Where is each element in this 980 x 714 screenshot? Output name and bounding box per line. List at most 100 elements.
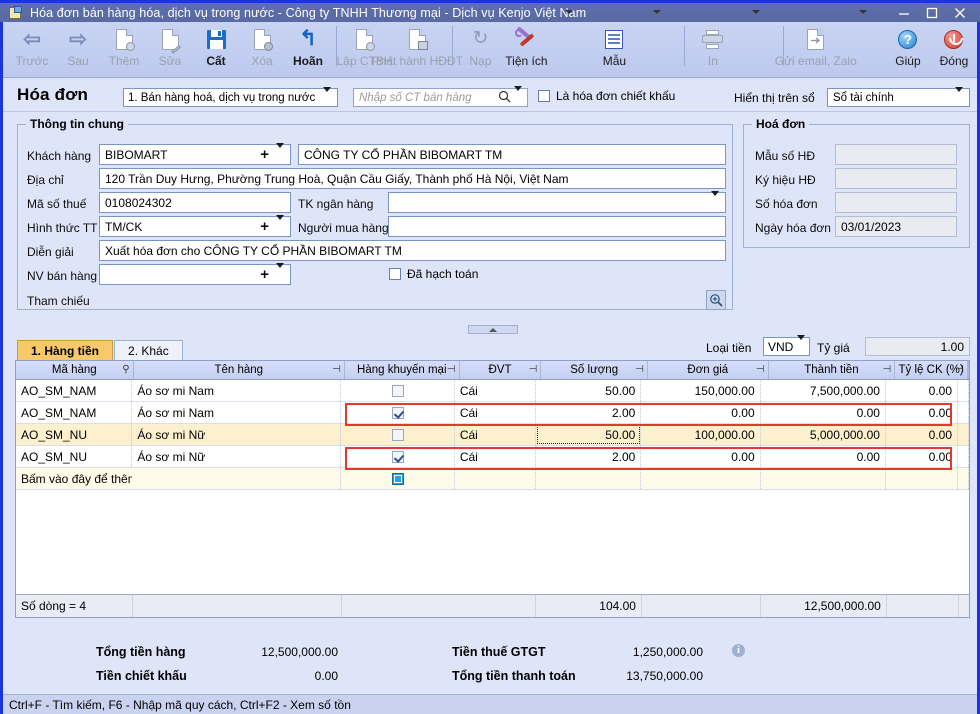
info-icon[interactable]: i <box>732 644 745 657</box>
close-button[interactable] <box>946 3 974 23</box>
tax-code-input[interactable]: 0108024302 <box>99 192 291 213</box>
add-new-row[interactable]: Bấm vào đây để thêm mới <box>16 468 969 490</box>
promo-checkbox[interactable] <box>392 429 404 441</box>
description-input[interactable]: Xuất hóa đơn cho CÔNG TY CỔ PHẦN BIBOMAR… <box>99 240 726 261</box>
promo-checkbox[interactable] <box>392 385 404 397</box>
document-type-select[interactable]: 1. Bán hàng hoá, dịch vụ trong nước <box>123 88 338 107</box>
toolbar-label: Nạp <box>469 54 491 68</box>
power-close-icon <box>944 27 963 51</box>
toolbar-button-phat-hanh-hddt[interactable]: Phát hành HĐĐT <box>388 22 447 76</box>
address-input[interactable]: 120 Trần Duy Hưng, Phường Trung Hoà, Quậ… <box>99 168 726 189</box>
column-label: Thành tiền <box>804 364 858 376</box>
footer-spacer-4 <box>642 595 761 617</box>
application-window: Hóa đơn bán hàng hóa, dịch vụ trong nước… <box>0 0 980 714</box>
invoice-number-input[interactable] <box>835 192 957 213</box>
chevron-down-icon[interactable] <box>711 196 719 210</box>
column-header-ty-le-ck[interactable]: Tỷ lệ CK (%) ⊣ <box>895 361 968 379</box>
add-icon[interactable]: + <box>260 149 272 161</box>
tab-hang-tien[interactable]: 1. Hàng tiền <box>17 340 113 360</box>
split-icon[interactable]: ⊣ <box>529 365 538 375</box>
toolbar-button-nap[interactable]: ↻ Nạp <box>457 22 503 76</box>
toolbar-button-hoan[interactable]: ↰ Hoãn <box>285 22 331 76</box>
split-icon[interactable]: ⊣ <box>955 365 964 375</box>
table-row[interactable]: AO_SM_NU Áo sơ mi Nữ Cái 50.00 100,000.0… <box>16 424 969 446</box>
split-icon[interactable]: ⊣ <box>447 365 456 375</box>
cell-hang-khuyen-mai[interactable] <box>341 468 454 489</box>
toolbar-button-dong[interactable]: Đóng <box>931 22 977 76</box>
chevron-down-icon[interactable] <box>276 268 284 282</box>
cell-so-luong[interactable]: 50.00 <box>536 424 642 445</box>
toolbar-button-gui-email-zalo[interactable]: Gửi email, Zalo <box>788 22 843 76</box>
column-header-hang-khuyen-mai[interactable]: Hàng khuyến mại ⊣ <box>345 361 460 379</box>
promo-checkbox[interactable] <box>392 473 404 485</box>
cell-hang-khuyen-mai[interactable] <box>341 446 454 467</box>
toolbar-button-them[interactable]: Thêm <box>101 22 147 76</box>
customer-name-input[interactable]: CÔNG TY CỔ PHẦN BIBOMART TM <box>298 144 726 165</box>
zoom-in-button[interactable] <box>706 290 726 310</box>
payment-method-input[interactable]: TM/CK + <box>99 216 291 237</box>
add-icon[interactable]: + <box>260 221 272 233</box>
vat-value: 1,250,000.00 <box>548 645 703 659</box>
toolbar-button-sua[interactable]: Sửa <box>147 22 193 76</box>
column-header-ma-hang[interactable]: Mã hàng ⚲ <box>16 361 134 379</box>
posted-checkbox[interactable] <box>389 268 401 280</box>
toolbar-button-xoa[interactable]: Xóa <box>239 22 285 76</box>
toolbar-button-giup[interactable]: ? Giúp <box>885 22 931 76</box>
toolbar-button-mau[interactable]: Mẫu <box>591 22 637 76</box>
toolbar-dropdown-mau[interactable] <box>633 7 679 61</box>
invoice-date-input[interactable]: 03/01/2023 <box>835 216 957 237</box>
tax-code-label: Mã số thuế <box>27 197 86 211</box>
add-icon[interactable]: + <box>260 269 272 281</box>
cell-ty-le-ck <box>886 468 958 489</box>
cell-hang-khuyen-mai[interactable] <box>341 380 454 401</box>
pin-icon[interactable]: ⚲ <box>122 365 129 375</box>
column-header-so-luong[interactable]: Số lượng ⊣ <box>541 361 648 379</box>
form-no-input[interactable] <box>835 144 957 165</box>
cell-hang-khuyen-mai[interactable] <box>341 402 454 423</box>
toolbar-dropdown-in[interactable] <box>732 7 778 61</box>
cell-hang-khuyen-mai[interactable] <box>341 424 454 445</box>
minimize-button[interactable] <box>890 3 918 23</box>
promo-checkbox[interactable] <box>392 451 404 463</box>
panel-splitter[interactable] <box>468 325 518 334</box>
symbol-label: Ký hiệu HĐ <box>755 173 816 187</box>
table-row[interactable]: AO_SM_NU Áo sơ mi Nữ Cái 2.00 0.00 0.00 … <box>16 446 969 468</box>
buyer-input[interactable] <box>388 216 726 237</box>
posted-checkbox-group[interactable]: Đã hạch toán <box>389 267 478 281</box>
toolbar-button-sau[interactable]: ⇨ Sau <box>55 22 101 76</box>
table-row[interactable]: AO_SM_NAM Áo sơ mi Nam Cái 50.00 150,000… <box>16 380 969 402</box>
toolbar-dropdown-tien-ich[interactable] <box>545 7 591 61</box>
split-icon[interactable]: ⊣ <box>756 365 765 375</box>
discount-invoice-checkbox-group[interactable]: Là hóa đơn chiết khấu <box>538 89 675 103</box>
toolbar-dropdown-gui-email[interactable] <box>839 7 885 61</box>
split-icon[interactable]: ⊣ <box>332 365 341 375</box>
toolbar-button-in[interactable]: In <box>690 22 736 76</box>
symbol-input[interactable] <box>835 168 957 189</box>
cell-so-luong: 2.00 <box>536 402 642 423</box>
column-header-thanh-tien[interactable]: Thành tiền ⊣ <box>769 361 896 379</box>
chevron-down-icon[interactable] <box>276 148 284 162</box>
promo-checkbox[interactable] <box>392 407 404 419</box>
bank-account-input[interactable] <box>388 192 726 213</box>
toolbar-button-tien-ich[interactable]: Tiện ích <box>503 22 549 76</box>
split-icon[interactable]: ⊣ <box>635 365 644 375</box>
toolbar-button-truoc[interactable]: ⇦ Trước <box>9 22 55 76</box>
toolbar-button-cat[interactable]: Cất <box>193 22 239 76</box>
column-header-dvt[interactable]: ĐVT ⊣ <box>460 361 542 379</box>
discount-invoice-checkbox[interactable] <box>538 90 550 102</box>
column-header-don-gia[interactable]: Đơn giá ⊣ <box>648 361 769 379</box>
display-on-select[interactable]: Sổ tài chính <box>827 88 970 107</box>
column-label: Tỷ lệ CK (%) <box>899 364 964 376</box>
tab-khac[interactable]: 2. Khác <box>114 340 183 360</box>
column-header-ten-hang[interactable]: Tên hàng ⊣ <box>134 361 345 379</box>
maximize-button[interactable] <box>918 3 946 23</box>
exchange-rate-input[interactable]: 1.00 <box>865 337 970 356</box>
search-input[interactable]: Nhập số CT bán hàng <box>353 88 528 107</box>
customer-code-input[interactable]: BIBOMART + <box>99 144 291 165</box>
address-value: 120 Trần Duy Hưng, Phường Trung Hoà, Quậ… <box>105 172 569 186</box>
chevron-down-icon[interactable] <box>276 220 284 234</box>
salesperson-input[interactable]: + <box>99 264 291 285</box>
split-icon[interactable]: ⊣ <box>883 365 892 375</box>
currency-type-select[interactable]: VND <box>763 337 810 356</box>
table-row[interactable]: AO_SM_NAM Áo sơ mi Nam Cái 2.00 0.00 0.0… <box>16 402 969 424</box>
